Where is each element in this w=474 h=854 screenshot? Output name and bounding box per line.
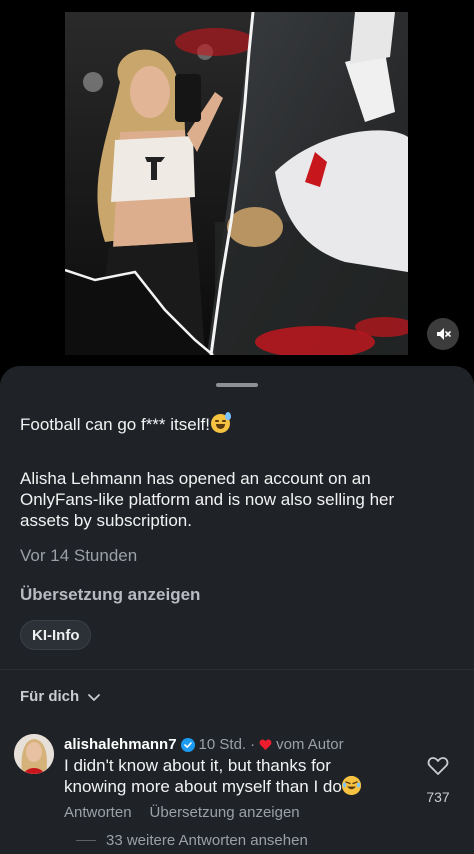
reply-button[interactable]: Antworten	[64, 804, 132, 821]
comment-actions: Antworten Übersetzung anzeigen	[64, 804, 300, 821]
post-image-graphic	[65, 12, 408, 355]
comment-translate-button[interactable]: Übersetzung anzeigen	[150, 804, 300, 821]
comment-author[interactable]: alishalehmann7	[64, 736, 177, 753]
grinning-sweat-emoji	[210, 412, 231, 433]
avatar[interactable]	[14, 734, 54, 774]
view-more-replies-button[interactable]: 33 weitere Antworten ansehen	[76, 832, 308, 849]
heart-filled-icon	[259, 739, 272, 750]
rolling-laughing-emoji	[341, 776, 361, 795]
comment-header: alishalehmann7 10 Std. · vom Autor	[64, 736, 344, 753]
verified-badge-icon	[180, 737, 195, 752]
post-timestamp: Vor 14 Stunden	[20, 546, 138, 565]
drag-handle[interactable]	[216, 383, 258, 387]
post-details-sheet: Football can go f*** itself! Alisha Lehm…	[0, 366, 474, 854]
post-description: Alisha Lehmann has opened an account on …	[20, 469, 395, 530]
show-translation-link[interactable]: Übersetzung anzeigen	[20, 585, 200, 605]
comment-sort-dropdown[interactable]: Für dich	[20, 688, 101, 705]
liked-by-author-label: vom Autor	[276, 736, 344, 753]
comment-like: 737	[424, 756, 452, 805]
media-area	[0, 0, 474, 372]
more-replies-label: 33 weitere Antworten ansehen	[106, 832, 308, 849]
ai-info-label: KI-Info	[32, 626, 80, 644]
avatar-image	[14, 734, 54, 774]
reply-thread-line	[76, 840, 96, 841]
caption-text: Football can go f*** itself!	[20, 415, 210, 434]
post-image[interactable]	[65, 12, 408, 355]
separator-dot: ·	[250, 736, 256, 753]
like-count: 737	[426, 789, 450, 805]
ai-info-chip[interactable]: KI-Info	[20, 620, 92, 650]
mute-button[interactable]	[427, 318, 459, 350]
speaker-muted-icon	[437, 328, 451, 340]
comment-time: 10 Std.	[198, 736, 247, 753]
comment-body: I didn't know about it, but thanks for k…	[64, 756, 342, 796]
chevron-down-icon	[88, 693, 101, 701]
post-caption: Football can go f*** itself!	[20, 412, 450, 436]
comment-text: I didn't know about it, but thanks for k…	[64, 756, 384, 797]
comment-item: alishalehmann7 10 Std. · vom Autor I did…	[14, 734, 460, 844]
heart-outline-icon[interactable]	[427, 756, 449, 776]
sort-label: Für dich	[20, 688, 80, 705]
divider	[0, 669, 474, 670]
